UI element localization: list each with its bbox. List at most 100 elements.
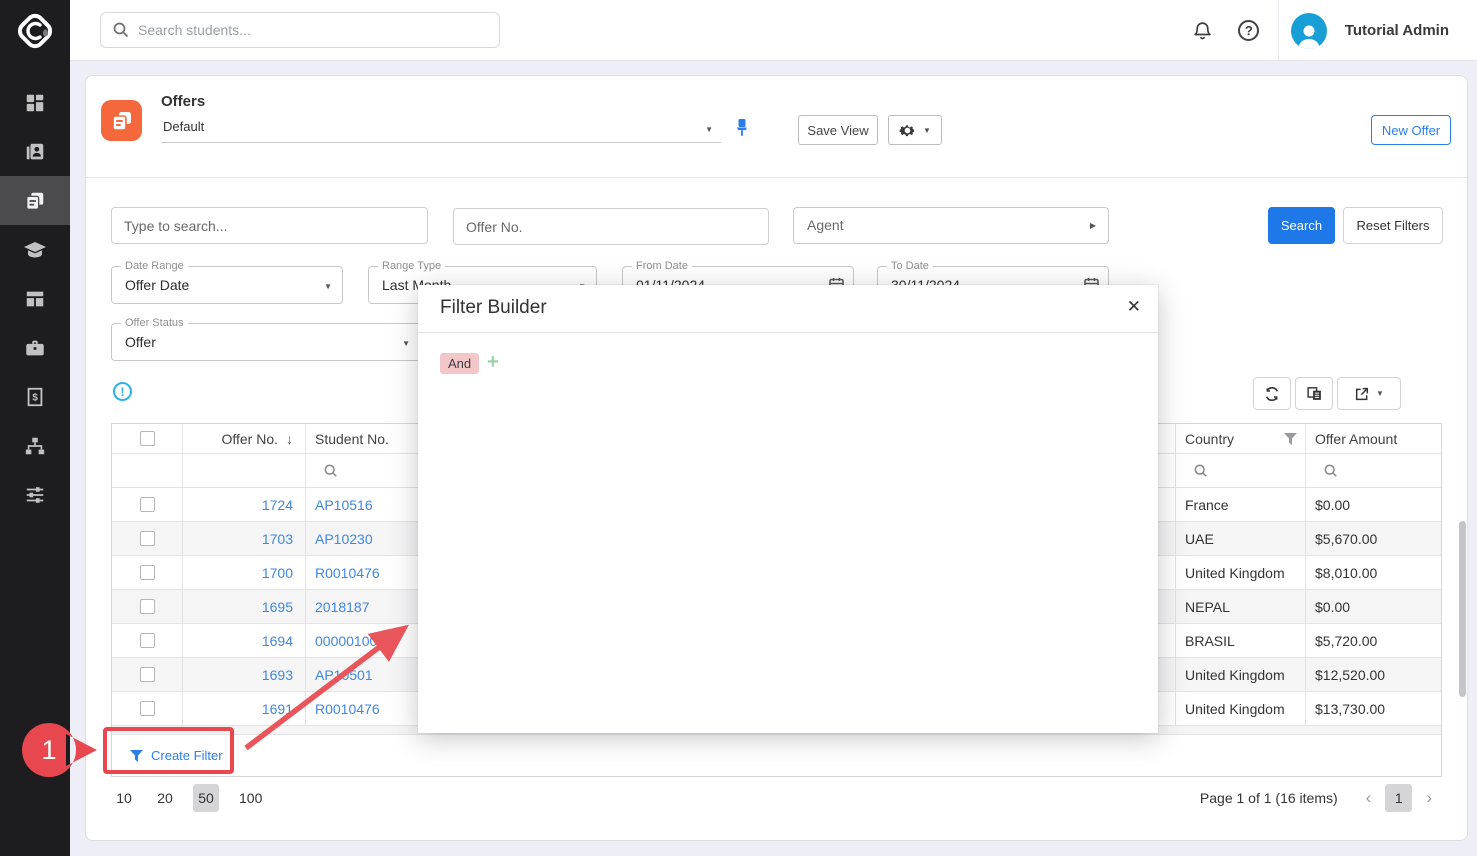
offer-no-cell: 1700	[183, 556, 306, 590]
student-no-link[interactable]: AP10516	[315, 497, 373, 513]
briefcase-icon	[24, 337, 46, 359]
offer-no-cell: 1703	[183, 522, 306, 556]
column-header-offer-no[interactable]: Offer No. ↓	[183, 424, 306, 454]
filter-funnel-icon	[130, 750, 143, 762]
country-cell: BRASIL	[1176, 624, 1306, 658]
filter-cell-student-no[interactable]	[306, 454, 419, 488]
column-header-student-no[interactable]: Student No.	[306, 424, 419, 454]
group-operator-chip[interactable]: And	[440, 353, 479, 374]
notifications-button[interactable]	[1180, 11, 1226, 51]
info-icon[interactable]: !	[113, 382, 132, 401]
field-label: Range Type	[378, 260, 445, 272]
offer-no-link[interactable]: 1694	[262, 633, 293, 649]
create-filter-label: Create Filter	[151, 748, 223, 763]
sidebar-item-settings[interactable]	[0, 470, 70, 519]
offer-no-link[interactable]: 1691	[262, 701, 293, 717]
refresh-button[interactable]	[1253, 377, 1291, 410]
person-icon	[1294, 21, 1324, 49]
offer-no-link[interactable]: 1724	[262, 497, 293, 513]
row-checkbox[interactable]	[140, 701, 155, 716]
page-size-option-100[interactable]: 100	[234, 784, 267, 812]
search-icon	[324, 464, 338, 478]
sidebar-item-dashboard[interactable]	[0, 78, 70, 127]
search-button[interactable]: Search	[1268, 207, 1335, 244]
help-button[interactable]: ?	[1226, 11, 1272, 51]
student-no-link[interactable]: R0010476	[315, 701, 380, 717]
add-condition-icon[interactable]: +	[487, 351, 499, 374]
view-settings-button[interactable]: ▼	[888, 115, 942, 145]
create-filter-button[interactable]: Create Filter	[130, 748, 223, 763]
user-name[interactable]: Tutorial Admin	[1345, 22, 1449, 39]
save-view-button[interactable]: Save View	[798, 115, 878, 145]
modal-title: Filter Builder	[440, 297, 547, 319]
sidebar-item-agents[interactable]	[0, 323, 70, 372]
refresh-icon	[1264, 386, 1280, 402]
offer-no-link[interactable]: 1700	[262, 565, 293, 581]
country-cell: NEPAL	[1176, 590, 1306, 624]
app-logo[interactable]	[0, 0, 70, 61]
student-no-cell: R0010476	[306, 692, 419, 726]
sidebar-item-students[interactable]	[0, 127, 70, 176]
applications-icon	[24, 288, 46, 310]
student-no-link[interactable]: AP10230	[315, 531, 373, 547]
prev-page-button[interactable]: ‹	[1356, 788, 1382, 808]
page-size-option-20[interactable]: 20	[152, 784, 178, 812]
agent-select[interactable]: Agent ▶	[793, 207, 1109, 244]
student-no-link[interactable]: 2018187	[315, 599, 370, 615]
new-offer-button[interactable]: New Offer	[1371, 115, 1451, 145]
offer-no-link[interactable]: 1703	[262, 531, 293, 547]
global-search-input[interactable]	[138, 22, 499, 38]
offer-amount-cell: $0.00	[1306, 590, 1441, 624]
view-select[interactable]: Default ▼	[161, 116, 721, 143]
student-no-link[interactable]: R0010476	[315, 565, 380, 581]
row-checkbox[interactable]	[140, 667, 155, 682]
student-no-link[interactable]: 0000010016	[315, 633, 393, 649]
column-header-offer-amount[interactable]: Offer Amount	[1306, 424, 1441, 454]
country-cell: UAE	[1176, 522, 1306, 556]
sidebar-item-offers[interactable]	[0, 176, 70, 225]
close-icon[interactable]: ✕	[1127, 297, 1141, 317]
export-button[interactable]: ▼	[1337, 377, 1401, 410]
country-cell: France	[1176, 488, 1306, 522]
offer-no-link[interactable]: 1695	[262, 599, 293, 615]
column-label: Country	[1185, 431, 1234, 447]
dashboard-icon	[24, 92, 46, 114]
pin-view-button[interactable]	[734, 118, 750, 142]
filter-funnel-icon[interactable]	[1284, 433, 1297, 445]
row-checkbox[interactable]	[140, 599, 155, 614]
row-checkbox[interactable]	[140, 633, 155, 648]
column-label: Offer Amount	[1315, 431, 1397, 447]
row-checkbox[interactable]	[140, 531, 155, 546]
sidebar-item-applications[interactable]	[0, 274, 70, 323]
column-chooser-button[interactable]	[1295, 377, 1333, 410]
offer-status-select[interactable]: Offer Status Offer ▼	[111, 323, 421, 361]
sidebar-item-workflow[interactable]	[0, 421, 70, 470]
offer-no-input[interactable]	[453, 208, 769, 245]
user-avatar[interactable]	[1291, 13, 1327, 49]
reset-filters-button[interactable]: Reset Filters	[1343, 207, 1443, 244]
export-icon	[1354, 386, 1370, 402]
sidebar-item-courses[interactable]	[0, 225, 70, 274]
global-search[interactable]	[100, 12, 500, 48]
grid-search-input[interactable]	[111, 207, 428, 244]
column-header-country[interactable]: Country	[1176, 424, 1306, 454]
select-all-checkbox[interactable]	[140, 431, 155, 446]
filter-cell-country[interactable]	[1176, 454, 1306, 488]
page-title: Offers	[161, 93, 205, 110]
page-number-button[interactable]: 1	[1385, 784, 1412, 812]
sidebar-item-invoices[interactable]: $	[0, 372, 70, 421]
country-cell: United Kingdom	[1176, 692, 1306, 726]
date-range-select[interactable]: Date Range Offer Date ▼	[111, 266, 343, 304]
pager: 10 20 50 100 Page 1 of 1 (16 items) ‹ 1 ›	[111, 781, 1442, 815]
vertical-scrollbar[interactable]	[1459, 521, 1466, 697]
offer-no-link[interactable]: 1693	[262, 667, 293, 683]
next-page-button[interactable]: ›	[1416, 788, 1442, 808]
page-info: Page 1 of 1 (16 items)	[1200, 790, 1338, 806]
row-checkbox[interactable]	[140, 497, 155, 512]
filter-cell-offer-no[interactable]	[183, 454, 306, 488]
filter-cell-offer-amount[interactable]	[1306, 454, 1441, 488]
row-checkbox[interactable]	[140, 565, 155, 580]
student-no-link[interactable]: AP10501	[315, 667, 373, 683]
page-size-option-10[interactable]: 10	[111, 784, 137, 812]
page-size-option-50[interactable]: 50	[193, 784, 219, 812]
